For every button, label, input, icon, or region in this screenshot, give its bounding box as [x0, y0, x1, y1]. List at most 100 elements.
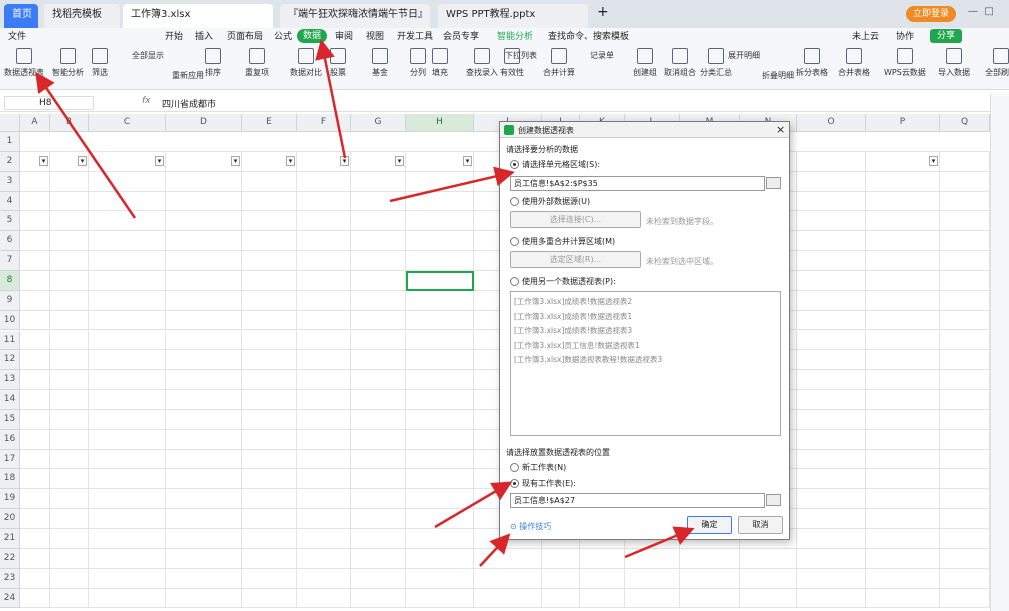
cell[interactable]: [940, 171, 990, 192]
row-header[interactable]: 16: [0, 429, 20, 450]
command-search[interactable]: 查找命令、搜索模板: [548, 30, 629, 44]
cell[interactable]: [242, 350, 297, 371]
ribbon-button-15[interactable]: 合并计算: [543, 48, 575, 78]
row-header[interactable]: 15: [0, 409, 20, 430]
cell[interactable]: ▾: [297, 151, 351, 172]
cell[interactable]: [50, 370, 89, 391]
cell[interactable]: [166, 270, 242, 291]
cell[interactable]: [406, 390, 474, 410]
row-header[interactable]: 23: [0, 568, 20, 589]
option-new-sheet[interactable]: 新工作表(N): [510, 462, 566, 473]
row-header[interactable]: 18: [0, 469, 20, 490]
cell[interactable]: [351, 449, 406, 470]
cell[interactable]: [89, 231, 166, 252]
cell[interactable]: [166, 231, 242, 252]
column-header[interactable]: F: [297, 114, 351, 132]
cell[interactable]: [940, 270, 990, 291]
cell[interactable]: [351, 350, 406, 371]
ribbon-button-25[interactable]: 导入数据: [938, 48, 970, 78]
filter-dropdown-icon[interactable]: ▾: [395, 155, 404, 166]
cell[interactable]: [166, 370, 242, 391]
cell[interactable]: [242, 429, 297, 450]
cell[interactable]: [797, 529, 866, 549]
cell[interactable]: [297, 211, 351, 232]
cell[interactable]: [406, 469, 474, 490]
cell[interactable]: [866, 370, 940, 391]
cell[interactable]: [297, 449, 351, 470]
range-input[interactable]: 员工信息!$A$2:$P$35: [510, 176, 765, 191]
cell[interactable]: [940, 409, 990, 430]
ribbon-button-4[interactable]: 重新应用: [172, 70, 204, 81]
cell[interactable]: [474, 588, 542, 609]
window-controls[interactable]: — □: [968, 6, 994, 17]
cell[interactable]: [89, 390, 166, 410]
location-picker-icon[interactable]: [766, 494, 781, 506]
cell[interactable]: [940, 251, 990, 271]
row-header[interactable]: 24: [0, 588, 20, 609]
cell[interactable]: [20, 469, 50, 490]
cell[interactable]: [242, 211, 297, 232]
cell[interactable]: [297, 509, 351, 529]
filter-dropdown-icon[interactable]: ▾: [155, 155, 164, 166]
cell[interactable]: [242, 171, 297, 192]
cell[interactable]: [406, 489, 474, 510]
row-header[interactable]: 13: [0, 370, 20, 391]
pivot-list-item[interactable]: [工作簿3.xlsx]员工信息!数据透视表1: [514, 340, 640, 351]
cell[interactable]: [297, 350, 351, 371]
cell[interactable]: [797, 370, 866, 391]
cell[interactable]: [406, 330, 474, 351]
cell[interactable]: [166, 330, 242, 351]
cell[interactable]: [351, 330, 406, 351]
cell[interactable]: [89, 290, 166, 311]
cell[interactable]: [89, 509, 166, 529]
menu-start[interactable]: 开始: [165, 30, 183, 44]
cell[interactable]: [406, 211, 474, 232]
cell[interactable]: [625, 548, 680, 569]
ribbon-button-18[interactable]: 取消组合: [664, 48, 696, 78]
cell[interactable]: [351, 270, 406, 291]
cell[interactable]: [351, 509, 406, 529]
ribbon-button-21[interactable]: 折叠明细: [762, 70, 794, 81]
cell[interactable]: [89, 370, 166, 391]
cell[interactable]: [50, 390, 89, 410]
cell[interactable]: [625, 588, 680, 609]
close-icon[interactable]: ×: [776, 123, 785, 136]
row-header[interactable]: 7: [0, 251, 20, 271]
cell[interactable]: [297, 588, 351, 609]
ribbon-button-9[interactable]: 基金: [372, 48, 388, 78]
pivot-list-item[interactable]: [工作簿3.xlsx]成绩表!数据透视表3: [514, 325, 632, 336]
ribbon-button-6[interactable]: 重复项: [245, 48, 269, 78]
cell[interactable]: [20, 330, 50, 351]
cell[interactable]: [89, 270, 166, 291]
column-header[interactable]: O: [797, 114, 866, 132]
cell[interactable]: [166, 529, 242, 549]
select-all-corner[interactable]: [0, 114, 20, 132]
cell[interactable]: [866, 489, 940, 510]
cell[interactable]: [406, 171, 474, 192]
cell[interactable]: [406, 290, 474, 311]
column-header[interactable]: B: [50, 114, 89, 132]
row-header[interactable]: 2: [0, 151, 20, 172]
cell[interactable]: [89, 588, 166, 609]
cell[interactable]: [406, 568, 474, 589]
fx-icon[interactable]: fx: [142, 96, 151, 106]
cell[interactable]: ▾: [351, 151, 406, 172]
tips-link[interactable]: ⊙ 操作技巧: [510, 521, 551, 532]
cell[interactable]: [866, 231, 940, 252]
cell[interactable]: [297, 270, 351, 291]
cell[interactable]: [20, 370, 50, 391]
cell[interactable]: [406, 509, 474, 529]
tab-doc[interactable]: 『端午狂欢探嗨浓情端午节日』: [280, 4, 430, 28]
cell[interactable]: [166, 509, 242, 529]
cell[interactable]: [242, 330, 297, 351]
cell[interactable]: [20, 350, 50, 371]
cell[interactable]: [406, 429, 474, 450]
ribbon-button-10[interactable]: 分列: [410, 48, 426, 78]
cell[interactable]: [797, 588, 866, 609]
cell[interactable]: [797, 489, 866, 510]
cell[interactable]: [866, 390, 940, 410]
cell[interactable]: [940, 509, 990, 529]
menu-file[interactable]: 文件: [8, 30, 26, 44]
pivot-list-item[interactable]: [工作簿3.xlsx]成绩表!数据透视表1: [514, 311, 632, 322]
cell[interactable]: [542, 568, 580, 589]
